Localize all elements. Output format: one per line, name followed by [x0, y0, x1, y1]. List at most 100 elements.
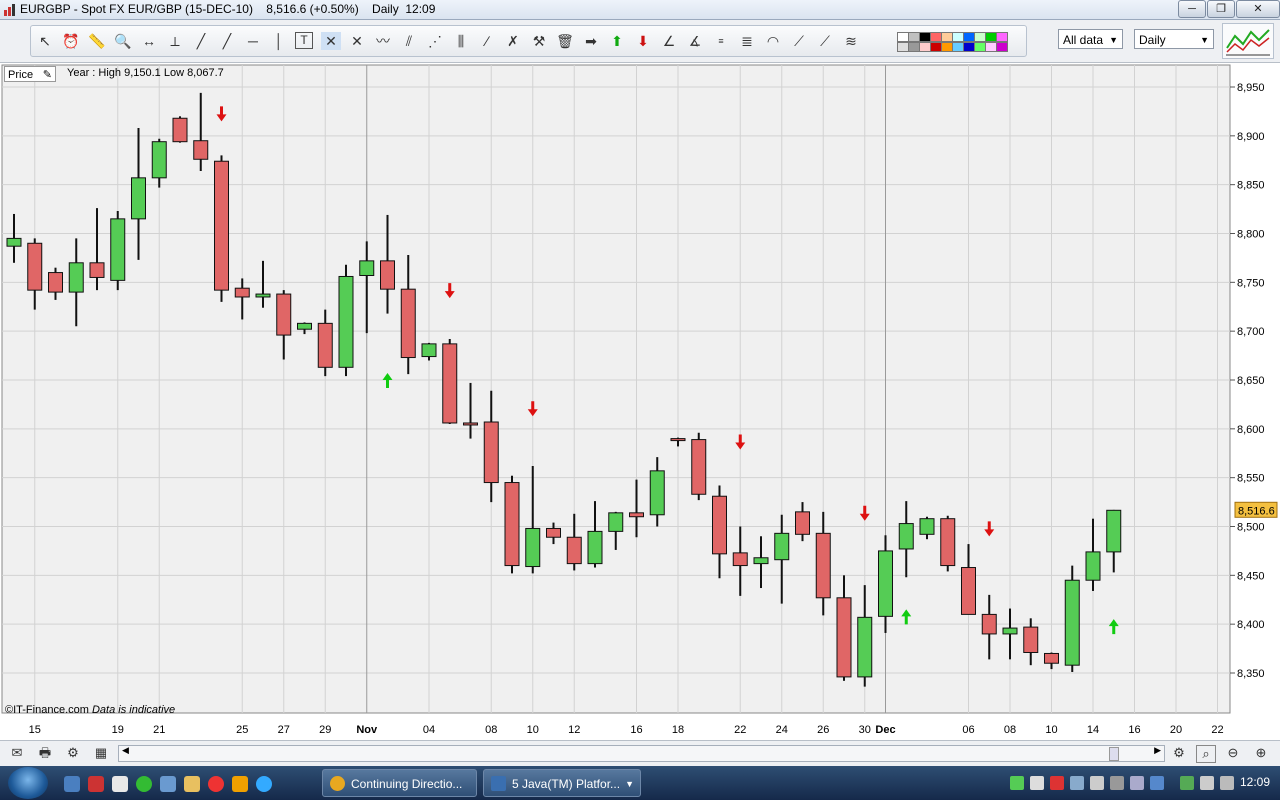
settings-icon[interactable]: ⚙ — [64, 745, 82, 761]
start-button[interactable] — [8, 767, 48, 799]
text-icon[interactable]: T — [295, 32, 313, 49]
alarm-icon[interactable]: ⏰ — [61, 32, 81, 50]
x-tick-label: 08 — [485, 724, 497, 736]
angle2-icon[interactable]: ∡ — [685, 32, 705, 50]
gann-fan-icon[interactable]: ⟋ — [789, 32, 809, 50]
tray-icon[interactable] — [1180, 776, 1194, 790]
maximize-button[interactable]: ❐ — [1207, 0, 1235, 18]
tray-icon[interactable] — [1050, 776, 1064, 790]
chart-settings-icon[interactable]: ⚙ — [1170, 745, 1188, 761]
messenger-icon[interactable] — [256, 776, 272, 792]
candle-down — [1044, 652, 1059, 664]
tray-icon[interactable] — [1010, 776, 1024, 790]
fib-ext-icon[interactable]: ≡ — [711, 32, 731, 50]
range-select[interactable]: All data ▼ — [1058, 29, 1123, 49]
crosshair-icon[interactable]: ↔ — [139, 32, 159, 50]
current-price-label: 8,516.6 — [1238, 505, 1275, 517]
select-icon[interactable]: ✕ — [321, 32, 341, 50]
color-swatch[interactable] — [996, 32, 1008, 42]
y-tick-label: 8,950 — [1237, 82, 1265, 94]
extend-icon[interactable]: ✕ — [347, 32, 367, 50]
scroll-left-icon[interactable]: ◀ — [122, 745, 129, 756]
candle-up — [110, 218, 126, 281]
tray-icon[interactable] — [1110, 776, 1124, 790]
fork-icon[interactable]: ✗ — [503, 32, 523, 50]
candle-down — [670, 438, 686, 442]
fib-levels-icon[interactable]: ≣ — [737, 32, 757, 50]
regression-icon[interactable]: ≋ — [841, 32, 861, 50]
network-icon[interactable] — [1200, 776, 1214, 790]
zigzag-icon[interactable]: 〰 — [373, 32, 393, 50]
zoom-select-icon[interactable]: ⌕ — [1196, 745, 1216, 763]
clock-app-icon[interactable] — [232, 776, 248, 792]
vline-icon[interactable]: ⟂ — [165, 32, 185, 50]
candle-down — [234, 287, 250, 298]
hline-icon[interactable]: ─ — [243, 32, 263, 50]
ruler-icon[interactable]: 📏 — [87, 32, 107, 50]
angle-icon[interactable]: ∠ — [659, 32, 679, 50]
x-tick-label: 14 — [1087, 724, 1099, 736]
pointer-icon[interactable]: ↖ — [35, 32, 55, 50]
horizontal-scrollbar[interactable]: ◀ ▶ — [118, 745, 1165, 762]
chart-area[interactable]: 8,950 8,900 8,850 8,800 8,750 8,700 8,650 8,600… — [0, 63, 1280, 740]
chart-type-button[interactable] — [1222, 23, 1274, 59]
zoom-icon[interactable]: 🔍 — [113, 32, 133, 50]
elliott-icon[interactable]: ⟋ — [815, 32, 835, 50]
desktop-icon[interactable] — [64, 776, 80, 792]
window-icon[interactable] — [160, 776, 176, 792]
sheet-icon[interactable]: ▦ — [92, 745, 110, 761]
close-button[interactable]: ✕ — [1236, 0, 1280, 18]
ray-icon[interactable]: ╱ — [217, 32, 237, 50]
minimize-button[interactable]: ─ — [1178, 0, 1206, 18]
arrow-right-icon[interactable]: ➡ — [581, 32, 601, 50]
print-icon[interactable]: 🖶 — [36, 745, 54, 761]
trash-icon[interactable]: 🗑 — [555, 32, 575, 50]
x-tick-label: 20 — [1170, 724, 1182, 736]
x-tick-label: 16 — [1128, 724, 1140, 736]
chrome-icon[interactable] — [208, 776, 224, 792]
fib-arc-icon[interactable]: ◠ — [763, 32, 783, 50]
candle-down — [712, 495, 727, 555]
period-select[interactable]: Daily ▼ — [1134, 29, 1214, 49]
color-swatch[interactable] — [996, 42, 1008, 52]
candle-up — [131, 177, 146, 220]
task-chrome[interactable]: Continuing Directio... — [322, 769, 477, 797]
spotify-icon[interactable] — [136, 776, 152, 792]
gann-icon[interactable]: ⫼ — [451, 32, 471, 50]
tray-icon[interactable] — [1070, 776, 1084, 790]
vline2-icon[interactable]: │ — [269, 32, 289, 50]
y-tick-label: 8,750 — [1237, 277, 1265, 289]
app-icon — [4, 4, 15, 16]
candle-up — [6, 237, 22, 247]
tray-icon[interactable] — [1030, 776, 1044, 790]
tray-icon[interactable] — [1150, 776, 1164, 790]
tray-icon[interactable] — [1090, 776, 1104, 790]
candle-up — [919, 518, 935, 535]
tools-icon[interactable]: ⚒ — [529, 32, 549, 50]
candle-up — [255, 293, 271, 298]
x-tick-label: 18 — [672, 724, 684, 736]
zoom-in-icon[interactable]: ⊕ — [1252, 745, 1270, 761]
task-java[interactable]: 5 Java(TM) Platfor... ▼ — [483, 769, 641, 797]
arrow-down-icon[interactable]: ⬇ — [633, 32, 653, 50]
x-tick-label: 21 — [153, 724, 165, 736]
trendline-icon[interactable]: ╱ — [191, 32, 211, 50]
candlestick-chart[interactable]: 8,950 8,900 8,850 8,800 8,750 8,700 8,650 8,600… — [0, 63, 1280, 740]
fib-icon[interactable]: ∕ — [477, 32, 497, 50]
volume-icon[interactable] — [1220, 776, 1234, 790]
candle-up — [421, 343, 437, 358]
scroll-thumb[interactable] — [1109, 747, 1119, 761]
fan-icon[interactable]: ⋰ — [425, 32, 445, 50]
app-icon-1[interactable] — [88, 776, 104, 792]
channel-icon[interactable]: ⫽ — [399, 32, 419, 50]
scroll-right-icon[interactable]: ▶ — [1154, 745, 1161, 756]
doc-icon[interactable] — [112, 776, 128, 792]
zoom-out-icon[interactable]: ⊖ — [1224, 745, 1242, 761]
envelope-icon[interactable]: ✉ — [8, 745, 26, 761]
arrow-up-icon[interactable]: ⬆ — [607, 32, 627, 50]
folder-icon[interactable] — [184, 776, 200, 792]
x-tick-label: 15 — [29, 724, 41, 736]
x-tick-label: 12 — [568, 724, 580, 736]
price-button[interactable]: Price ✎ — [4, 66, 56, 82]
tray-icon[interactable] — [1130, 776, 1144, 790]
